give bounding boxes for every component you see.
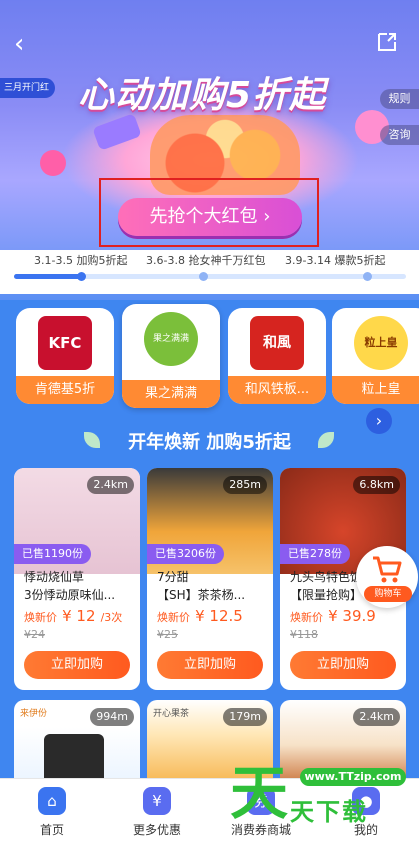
product-card[interactable]: 2.4km 已售1190份 悸动烧仙草 3份悸动原味仙... 焕新价 ¥ 12 …	[14, 468, 140, 690]
guozhimanman-logo: 果之满满	[144, 312, 198, 366]
share-icon[interactable]	[375, 30, 399, 54]
buy-now-button[interactable]: 立即加购	[290, 651, 396, 679]
price-value: ¥ 39.9	[328, 607, 376, 625]
brand-label: 肯德基5折	[16, 376, 114, 404]
hefeng-logo: 和風	[250, 316, 304, 370]
distance-badge: 179m	[223, 708, 267, 726]
product-image	[44, 734, 104, 784]
watermark-big-char: 天	[230, 759, 289, 827]
cart-icon	[373, 556, 402, 583]
brand-mark: 开心果茶	[153, 709, 190, 719]
tab-home[interactable]: ⌂ 首页	[12, 787, 92, 838]
phase-1[interactable]: 3.1-3.5 加购5折起	[34, 252, 127, 268]
original-price: ¥25	[157, 628, 178, 641]
price-label: 焕新价	[157, 611, 190, 624]
tab-more-discounts[interactable]: ¥ 更多优惠	[117, 787, 197, 838]
price-row: 焕新价 ¥ 39.9	[290, 606, 376, 625]
product-name: 悸动烧仙草	[24, 570, 85, 584]
distance-badge: 6.8km	[353, 476, 400, 494]
phase-dot-3	[363, 272, 372, 281]
sold-badge: 已售1190份	[14, 544, 91, 564]
cart-label: 购物车	[364, 586, 412, 602]
product-card[interactable]: 285m 已售3206份 7分甜 【SH】茶茶杨... 焕新价 ¥ 12.5 ¥…	[147, 468, 273, 690]
consult-button[interactable]: 咨询	[380, 125, 419, 145]
brand-carousel: KFC 肯德基5折 果之满满 果之满满 和風 和风铁板... 粒上皇 粒上皇	[0, 300, 419, 410]
price-label: 焕新价	[290, 611, 323, 624]
distance-badge: 994m	[90, 708, 134, 726]
product-card[interactable]: 来伊份 994m	[14, 700, 140, 790]
watermark-site: www.TTzip.com	[300, 768, 406, 786]
rules-button[interactable]: 规则	[380, 89, 419, 109]
phase-progress-fill	[14, 274, 81, 279]
decor-ball	[40, 150, 66, 176]
phase-progress-track	[14, 272, 406, 281]
watermark-text: 天下载	[290, 798, 368, 826]
home-icon: ⌂	[38, 787, 66, 815]
cart-button[interactable]: 购物车	[356, 546, 418, 608]
brand-label: 果之满满	[122, 380, 220, 408]
buy-now-button[interactable]: 立即加购	[24, 651, 130, 679]
phase-3[interactable]: 3.9-3.14 爆款5折起	[285, 252, 385, 268]
kfc-logo: KFC	[38, 316, 92, 370]
tab-label: 更多优惠	[132, 823, 181, 837]
original-price: ¥118	[290, 628, 318, 641]
brand-mark: 来伊份	[20, 709, 48, 719]
highlight-box	[99, 178, 319, 247]
brand-hefeng[interactable]: 和風 和风铁板...	[228, 308, 326, 404]
product-desc: 3份悸动原味仙...	[24, 588, 116, 602]
product-desc: 【SH】茶茶杨...	[157, 588, 246, 602]
brand-kfc[interactable]: KFC 肯德基5折	[16, 308, 114, 404]
buy-now-button[interactable]: 立即加购	[157, 651, 263, 679]
distance-badge: 2.4km	[353, 708, 400, 726]
tab-label: 首页	[39, 823, 64, 837]
price-label: 焕新价	[24, 611, 57, 624]
lishanghuang-logo: 粒上皇	[354, 316, 408, 370]
product-name: 7分甜	[157, 570, 189, 584]
activity-phases: 3.1-3.5 加购5折起 3.6-3.8 抢女神千万红包 3.9-3.14 爆…	[0, 250, 419, 294]
sold-badge: 已售278份	[280, 544, 350, 564]
price-value: ¥ 12.5	[195, 607, 243, 625]
section-title: 开年焕新 加购5折起	[128, 432, 291, 453]
sold-badge: 已售3206份	[147, 544, 224, 564]
brand-label: 和风铁板...	[228, 376, 326, 404]
march-tag[interactable]: 三月开门红	[0, 78, 56, 98]
price-row: 焕新价 ¥ 12 /3次	[24, 606, 122, 625]
phase-progress-dot	[76, 272, 86, 281]
price-value: ¥ 12	[62, 607, 96, 625]
back-icon[interactable]: ‹	[14, 30, 42, 58]
phase-dot-2	[199, 272, 208, 281]
distance-badge: 285m	[223, 476, 267, 494]
price-unit: /3次	[100, 611, 123, 624]
price-row: 焕新价 ¥ 12.5	[157, 606, 243, 625]
distance-badge: 2.4km	[87, 476, 134, 494]
brand-lishanghuang[interactable]: 粒上皇 粒上皇	[332, 308, 419, 404]
original-price: ¥24	[24, 628, 45, 641]
page-title: 心动加购5折起	[78, 75, 327, 116]
phase-2[interactable]: 3.6-3.8 抢女神千万红包	[146, 252, 265, 268]
brand-guozhimanman[interactable]: 果之满满 果之满满	[122, 304, 220, 408]
brand-label: 粒上皇	[332, 376, 419, 404]
discount-icon: ¥	[143, 787, 171, 815]
watermark: 天 www.TTzip.com 天下载	[230, 752, 410, 848]
